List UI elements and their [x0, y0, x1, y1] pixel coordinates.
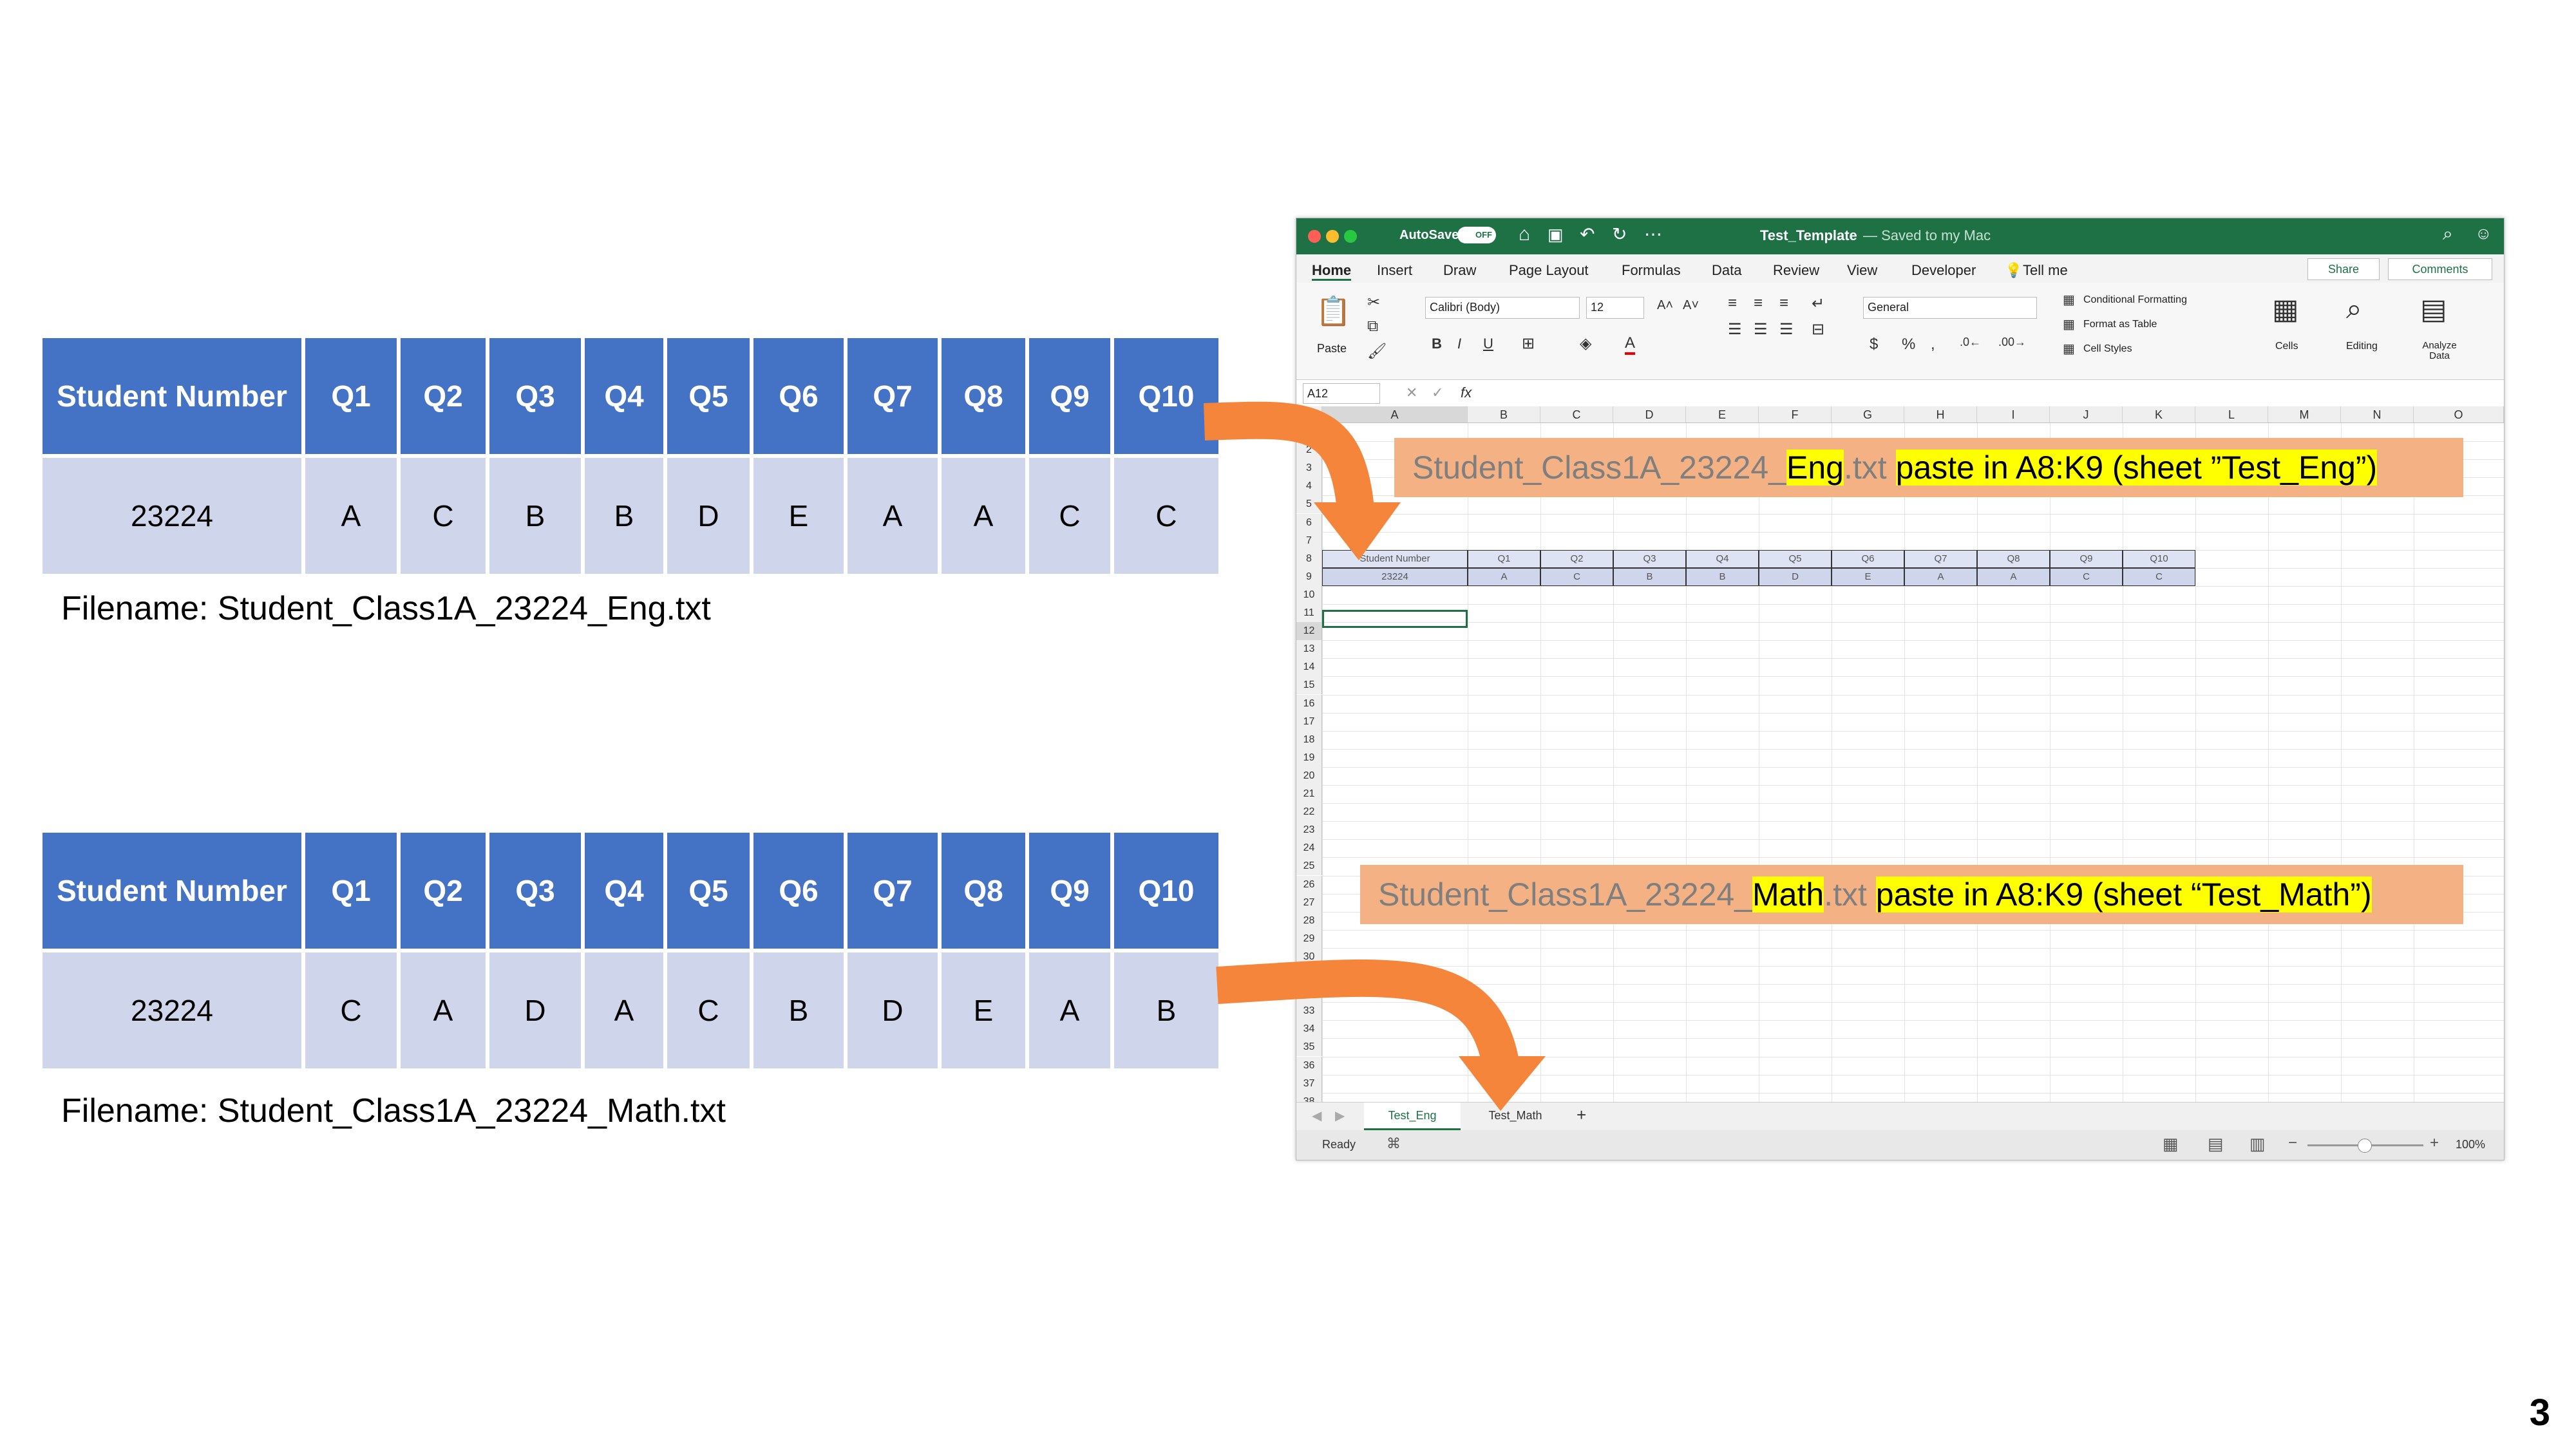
- eng-arrowhead: [1314, 502, 1401, 560]
- eng-arrow: [1204, 401, 1374, 511]
- arrows-layer: [1204, 401, 1546, 1111]
- page-number: 3: [2529, 1392, 2550, 1434]
- math-arrowhead: [1459, 1056, 1546, 1111]
- math-arrow: [1216, 959, 1519, 1067]
